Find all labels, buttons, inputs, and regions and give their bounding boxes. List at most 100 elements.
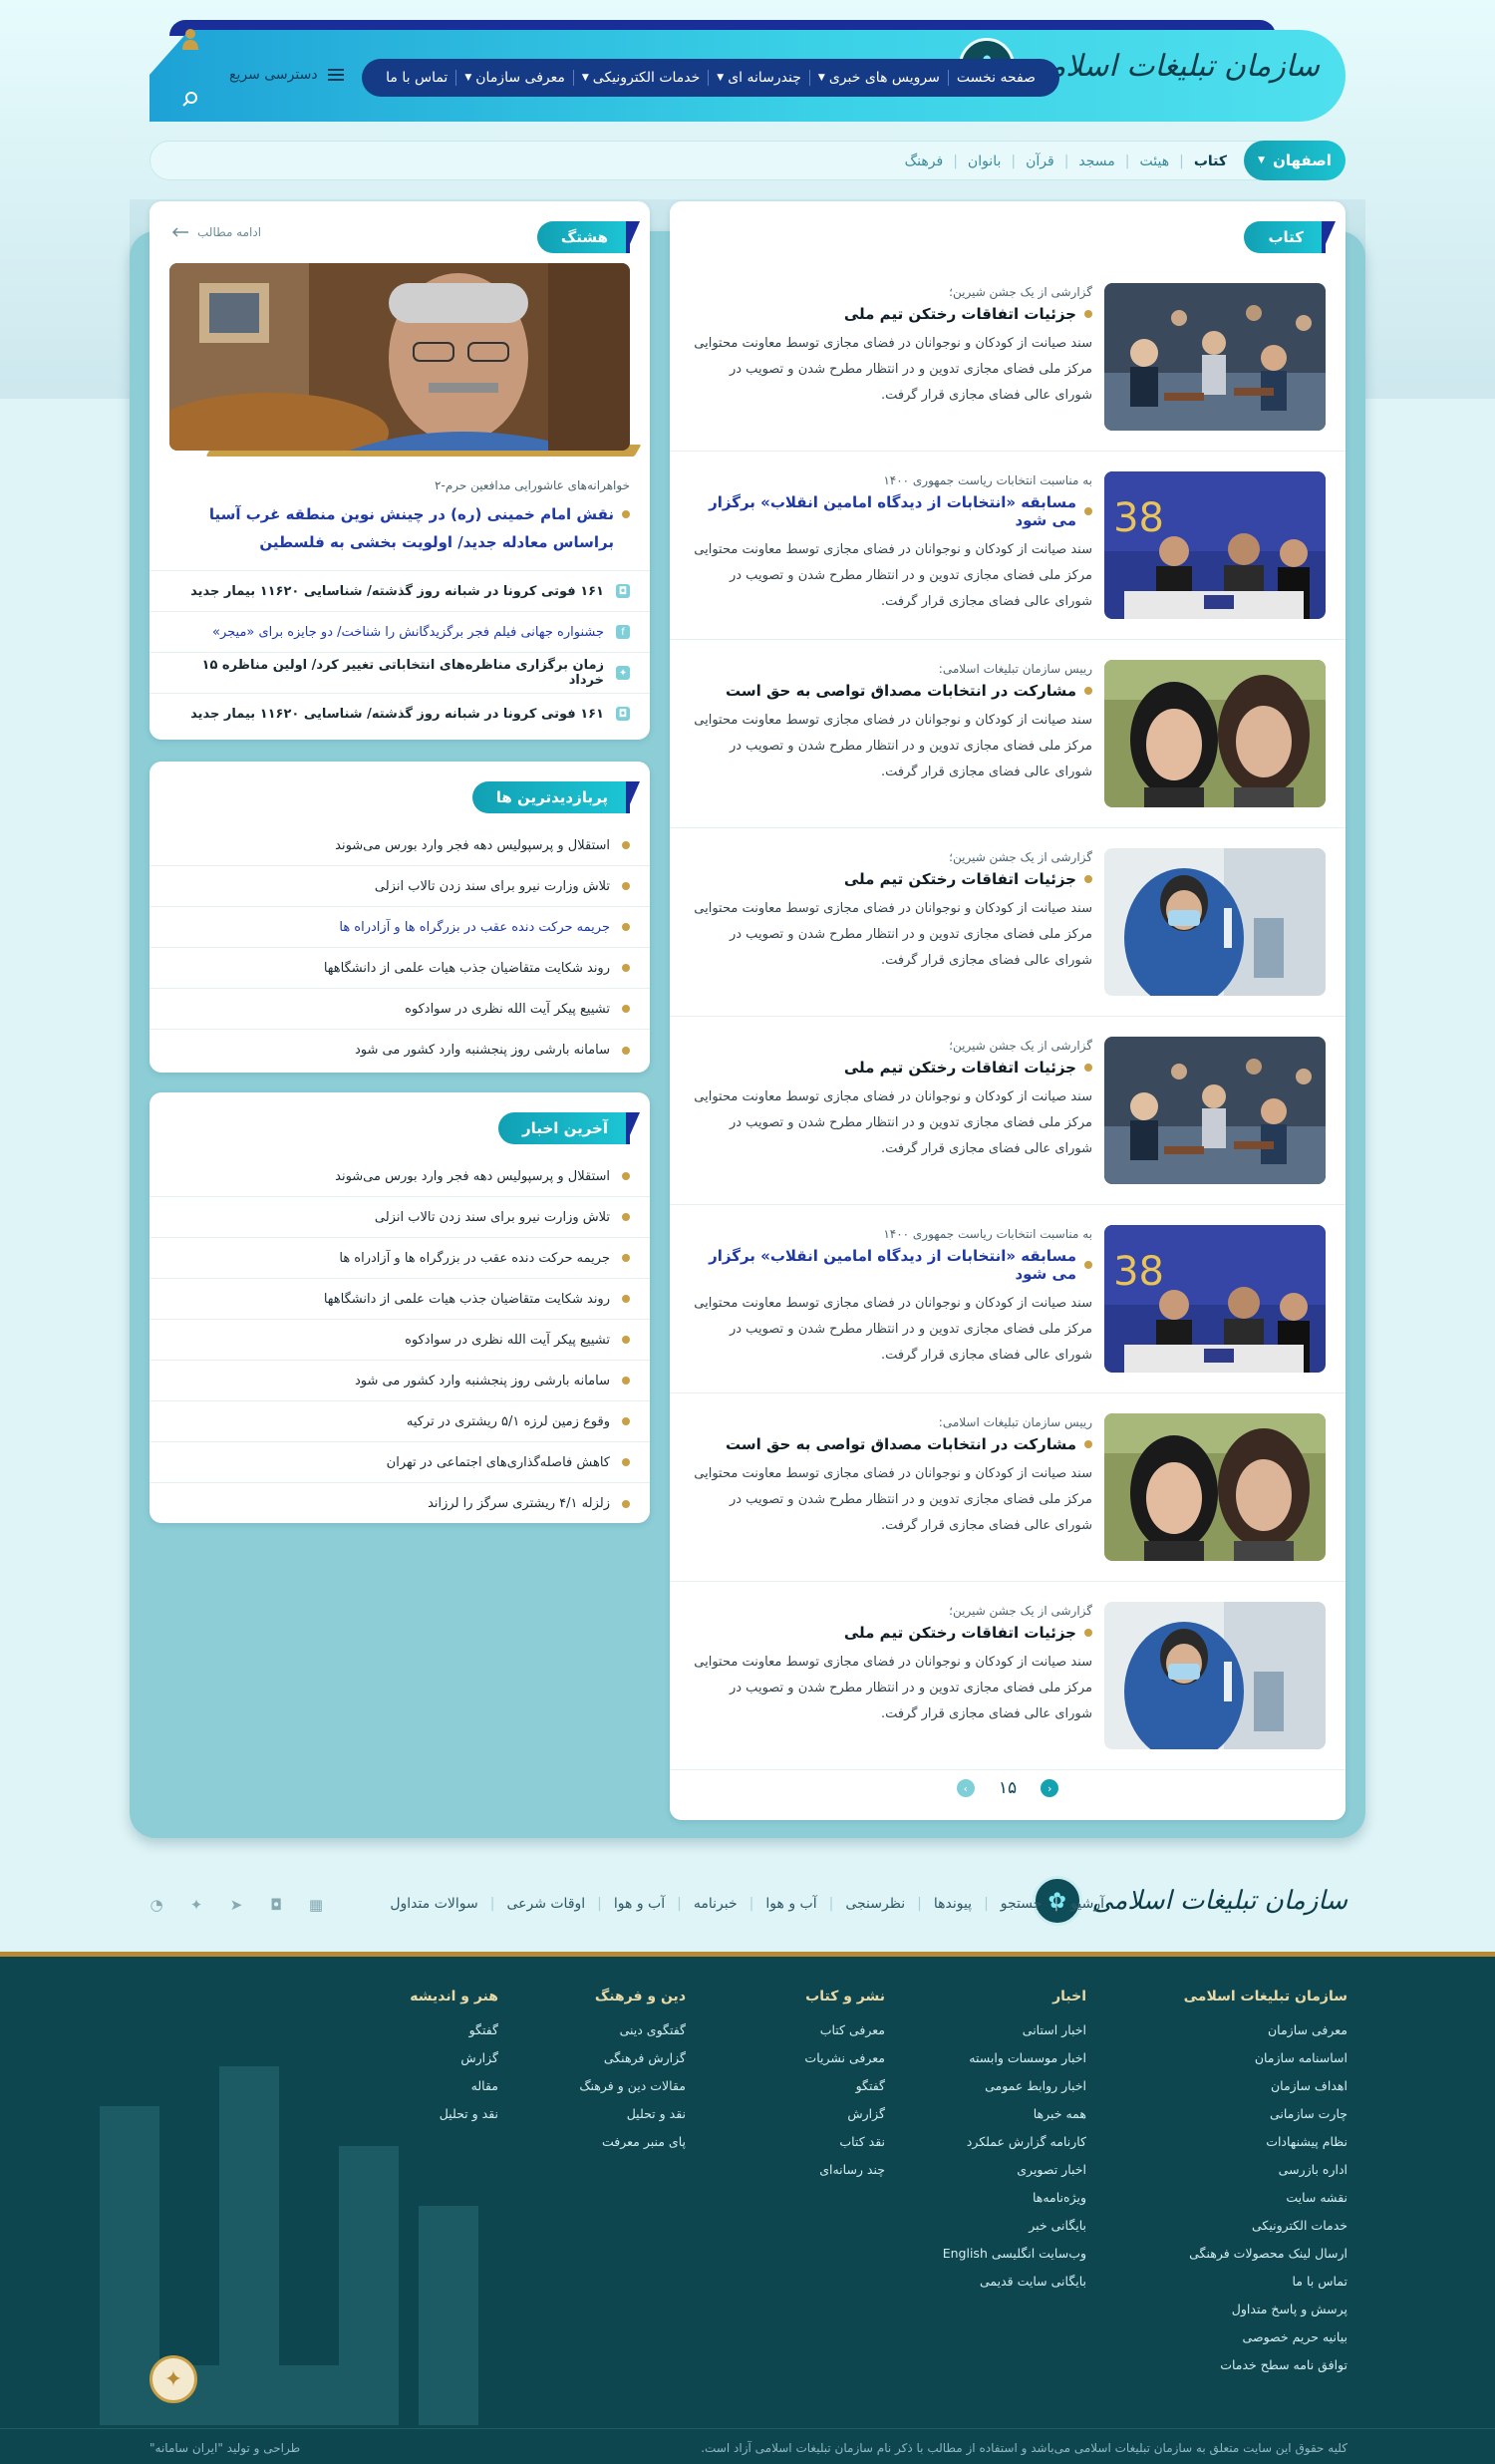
news-item[interactable]: 38 به مناسبت انتخابات ریاست جمهوری ۱۴۰۰ مس… [670,452,1346,640]
list-item[interactable]: روند شکایت متقاضیان جذب هیات علمی از دان… [150,1279,650,1320]
more-articles-link[interactable]: ادامه مطالب [171,225,261,239]
list-item[interactable]: جریمه حرکت دنده عقب در بزرگراه ها و آزاد… [150,907,650,948]
nav-item[interactable]: چندرسانه ای ▼ [717,70,801,86]
news-title-link[interactable]: مشارکت در انتخابات مصداق تواصی به حق است [690,1435,1092,1453]
list-item[interactable]: روند شکایت متقاضیان جذب هیات علمی از دان… [150,948,650,989]
footer-link[interactable]: مقالات دین و فرهنگ [579,2072,686,2100]
sitemap-icon[interactable]: ▦ [307,1896,325,1914]
news-thumbnail[interactable] [1104,660,1326,807]
news-title-link[interactable]: جزئیات اتفاقات رختکن تیم ملی [690,305,1092,323]
footer-link[interactable]: جستجو [1001,1896,1043,1912]
footer-link[interactable]: نقشه سایت [1184,2184,1347,2212]
list-item[interactable]: زلزله ۴/۱ ریشتری سرگز را لرزاند [150,1483,650,1524]
footer-link[interactable]: گزارش [804,2100,885,2128]
news-title-link[interactable]: مسابقه «انتخابات از دیدگاه امامین انقلاب… [690,493,1092,529]
footer-link[interactable]: گفتگو [410,2016,498,2044]
news-thumbnail[interactable] [1104,283,1326,431]
footer-link[interactable]: اساسنامه سازمان [1184,2044,1347,2072]
credit-link[interactable]: طراحی و تولید "ایران سامانه" [150,2441,300,2455]
footer-link[interactable]: گزارش [410,2044,498,2072]
news-title-link[interactable]: جزئیات اتفاقات رختکن تیم ملی [690,1624,1092,1642]
section-tag-hashtag[interactable]: هشتگ [536,221,630,253]
list-item[interactable]: سامانه بارشی روز پنجشنبه وارد کشور می شو… [150,1361,650,1401]
footer-link[interactable]: اخبار روابط عمومی [943,2072,1086,2100]
footer-link[interactable]: معرفی نشریات [804,2044,885,2072]
nav-item[interactable]: معرفی سازمان ▼ [464,70,565,86]
instagram-icon[interactable]: ◘ [267,1896,285,1914]
news-item[interactable]: گزارشی از یک جشن شیرین؛ جزئیات اتفاقات رخ… [670,828,1346,1017]
category-link[interactable]: قرآن [1026,154,1054,169]
news-title-link[interactable]: مشارکت در انتخابات مصداق تواصی به حق است [690,682,1092,700]
footer-link[interactable]: گفتگوی دینی [579,2016,686,2044]
footer-link[interactable]: نقد کتاب [804,2128,885,2156]
menu-icon[interactable] [327,69,344,81]
footer-link[interactable]: اهداف سازمان [1184,2072,1347,2100]
quick-access[interactable]: دسترسی سریع [229,67,344,83]
nav-item[interactable]: سرویس های خبری ▼ [818,70,940,86]
next-page-button[interactable]: ‹ [1041,1779,1059,1797]
footer-link[interactable]: آرشیو [1070,1896,1104,1912]
nav-item[interactable]: خدمات الکترونیکی ▼ [582,70,700,86]
footer-link[interactable]: ارسال لینک محصولات فرهنگی [1184,2240,1347,2268]
list-item[interactable]: وقوع زمین لرزه ۵/۱ ریشتری در ترکیه [150,1401,650,1442]
footer-link[interactable]: اخبار موسسات وابسته [943,2044,1086,2072]
footer-link[interactable]: پرسش و پاسخ متداول [1184,2296,1347,2323]
news-item[interactable]: رییس سازمان تبلیغات اسلامی: مشارکت در انت… [670,1393,1346,1582]
footer-link[interactable]: بیانیه حریم خصوصی [1184,2323,1347,2351]
footer-link[interactable]: آب و هوا [765,1896,816,1912]
user-icon[interactable] [182,28,198,50]
category-link[interactable]: هیئت [1140,154,1170,169]
search-icon[interactable] [181,90,199,108]
footer-link[interactable]: نقد و تحلیل [410,2100,498,2128]
nav-item[interactable]: صفحه نخست [957,70,1036,86]
news-thumbnail[interactable] [1104,848,1326,996]
seal-badge-icon[interactable]: ✦ [150,2355,197,2403]
footer-link[interactable]: گفتگو [804,2072,885,2100]
list-item[interactable]: تشییع پیکر آیت الله نظری در سوادکوه [150,989,650,1030]
footer-link[interactable]: بایگانی سایت قدیمی [943,2268,1086,2296]
footer-link[interactable]: پای منبر معرفت [579,2128,686,2156]
footer-link[interactable]: چارت سازمانی [1184,2100,1347,2128]
footer-link[interactable]: معرفی سازمان [1184,2016,1347,2044]
social-post[interactable]: ◘ ۱۶۱ فوتی کرونا در شبانه روز گذشته/ شناس… [150,570,650,611]
footer-link[interactable]: همه خبرها [943,2100,1086,2128]
footer-link[interactable]: وب‌سایت انگلیسی English [943,2240,1086,2268]
footer-link[interactable]: بایگانی خبر [943,2212,1086,2240]
section-tag-most-viewed[interactable]: پربازدیدترین ها [471,781,630,813]
list-item[interactable]: تلاش وزارت نیرو برای سند زدن تالاب انزلی [150,1197,650,1238]
social-post[interactable]: ✦ زمان برگزاری مناظره‌های انتخاباتی تغییر… [150,652,650,693]
list-item[interactable]: جریمه حرکت دنده عقب در بزرگراه ها و آزاد… [150,1238,650,1279]
news-item[interactable]: 38 به مناسبت انتخابات ریاست جمهوری ۱۴۰۰ مس… [670,1205,1346,1393]
footer-link[interactable]: اخبار استانی [943,2016,1086,2044]
list-item[interactable]: تشییع پیکر آیت الله نظری در سوادکوه [150,1320,650,1361]
news-thumbnail[interactable] [1104,1037,1326,1184]
news-thumbnail[interactable] [1104,1602,1326,1749]
previous-page-button[interactable]: › [956,1779,975,1797]
footer-link[interactable]: گزارش فرهنگی [579,2044,686,2072]
news-thumbnail[interactable]: 38 [1104,1225,1326,1373]
news-title-link[interactable]: جزئیات اتفاقات رختکن تیم ملی [690,1059,1092,1077]
footer-link[interactable]: مقاله [410,2072,498,2100]
footer-link[interactable]: اداره بازرسی [1184,2156,1347,2184]
footer-link[interactable]: تماس با ما [1184,2268,1347,2296]
footer-link[interactable]: نقد و تحلیل [579,2100,686,2128]
telegram-icon[interactable]: ➤ [227,1896,245,1914]
footer-link[interactable]: ویژه‌نامه‌ها [943,2184,1086,2212]
section-tag-books[interactable]: کتاب [1244,221,1326,253]
news-title-link[interactable]: جزئیات اتفاقات رختکن تیم ملی [690,870,1092,888]
twitter-icon[interactable]: ✦ [187,1896,205,1914]
footer-link[interactable]: اخبار تصویری [943,2156,1086,2184]
category-link[interactable]: بانوان [968,154,1001,169]
footer-link[interactable]: اوقات شرعی [506,1896,585,1912]
feature-title-link[interactable]: نقش امام خمینی (ره) در چینش نوین منطقه غ… [169,500,630,556]
list-item[interactable]: استقلال و پرسپولیس دهه فجر وارد بورس می‌… [150,1156,650,1197]
news-item[interactable]: گزارشی از یک جشن شیرین؛ جزئیات اتفاقات رخ… [670,1582,1346,1770]
footer-link[interactable]: کارنامه گزارش عملکرد [943,2128,1086,2156]
footer-link[interactable]: پیوندها [934,1896,972,1912]
list-item[interactable]: کاهش فاصله‌گذاری‌های اجتماعی در تهران [150,1442,650,1483]
list-item[interactable]: استقلال و پرسپولیس دهه فجر وارد بورس می‌… [150,825,650,866]
list-item[interactable]: تلاش وزارت نیرو برای سند زدن تالاب انزلی [150,866,650,907]
footer-link[interactable]: توافق نامه سطح خدمات [1184,2351,1347,2379]
social-post[interactable]: ◘ ۱۶۱ فوتی کرونا در شبانه روز گذشته/ شناس… [150,693,650,734]
category-link[interactable]: مسجد [1078,154,1114,169]
